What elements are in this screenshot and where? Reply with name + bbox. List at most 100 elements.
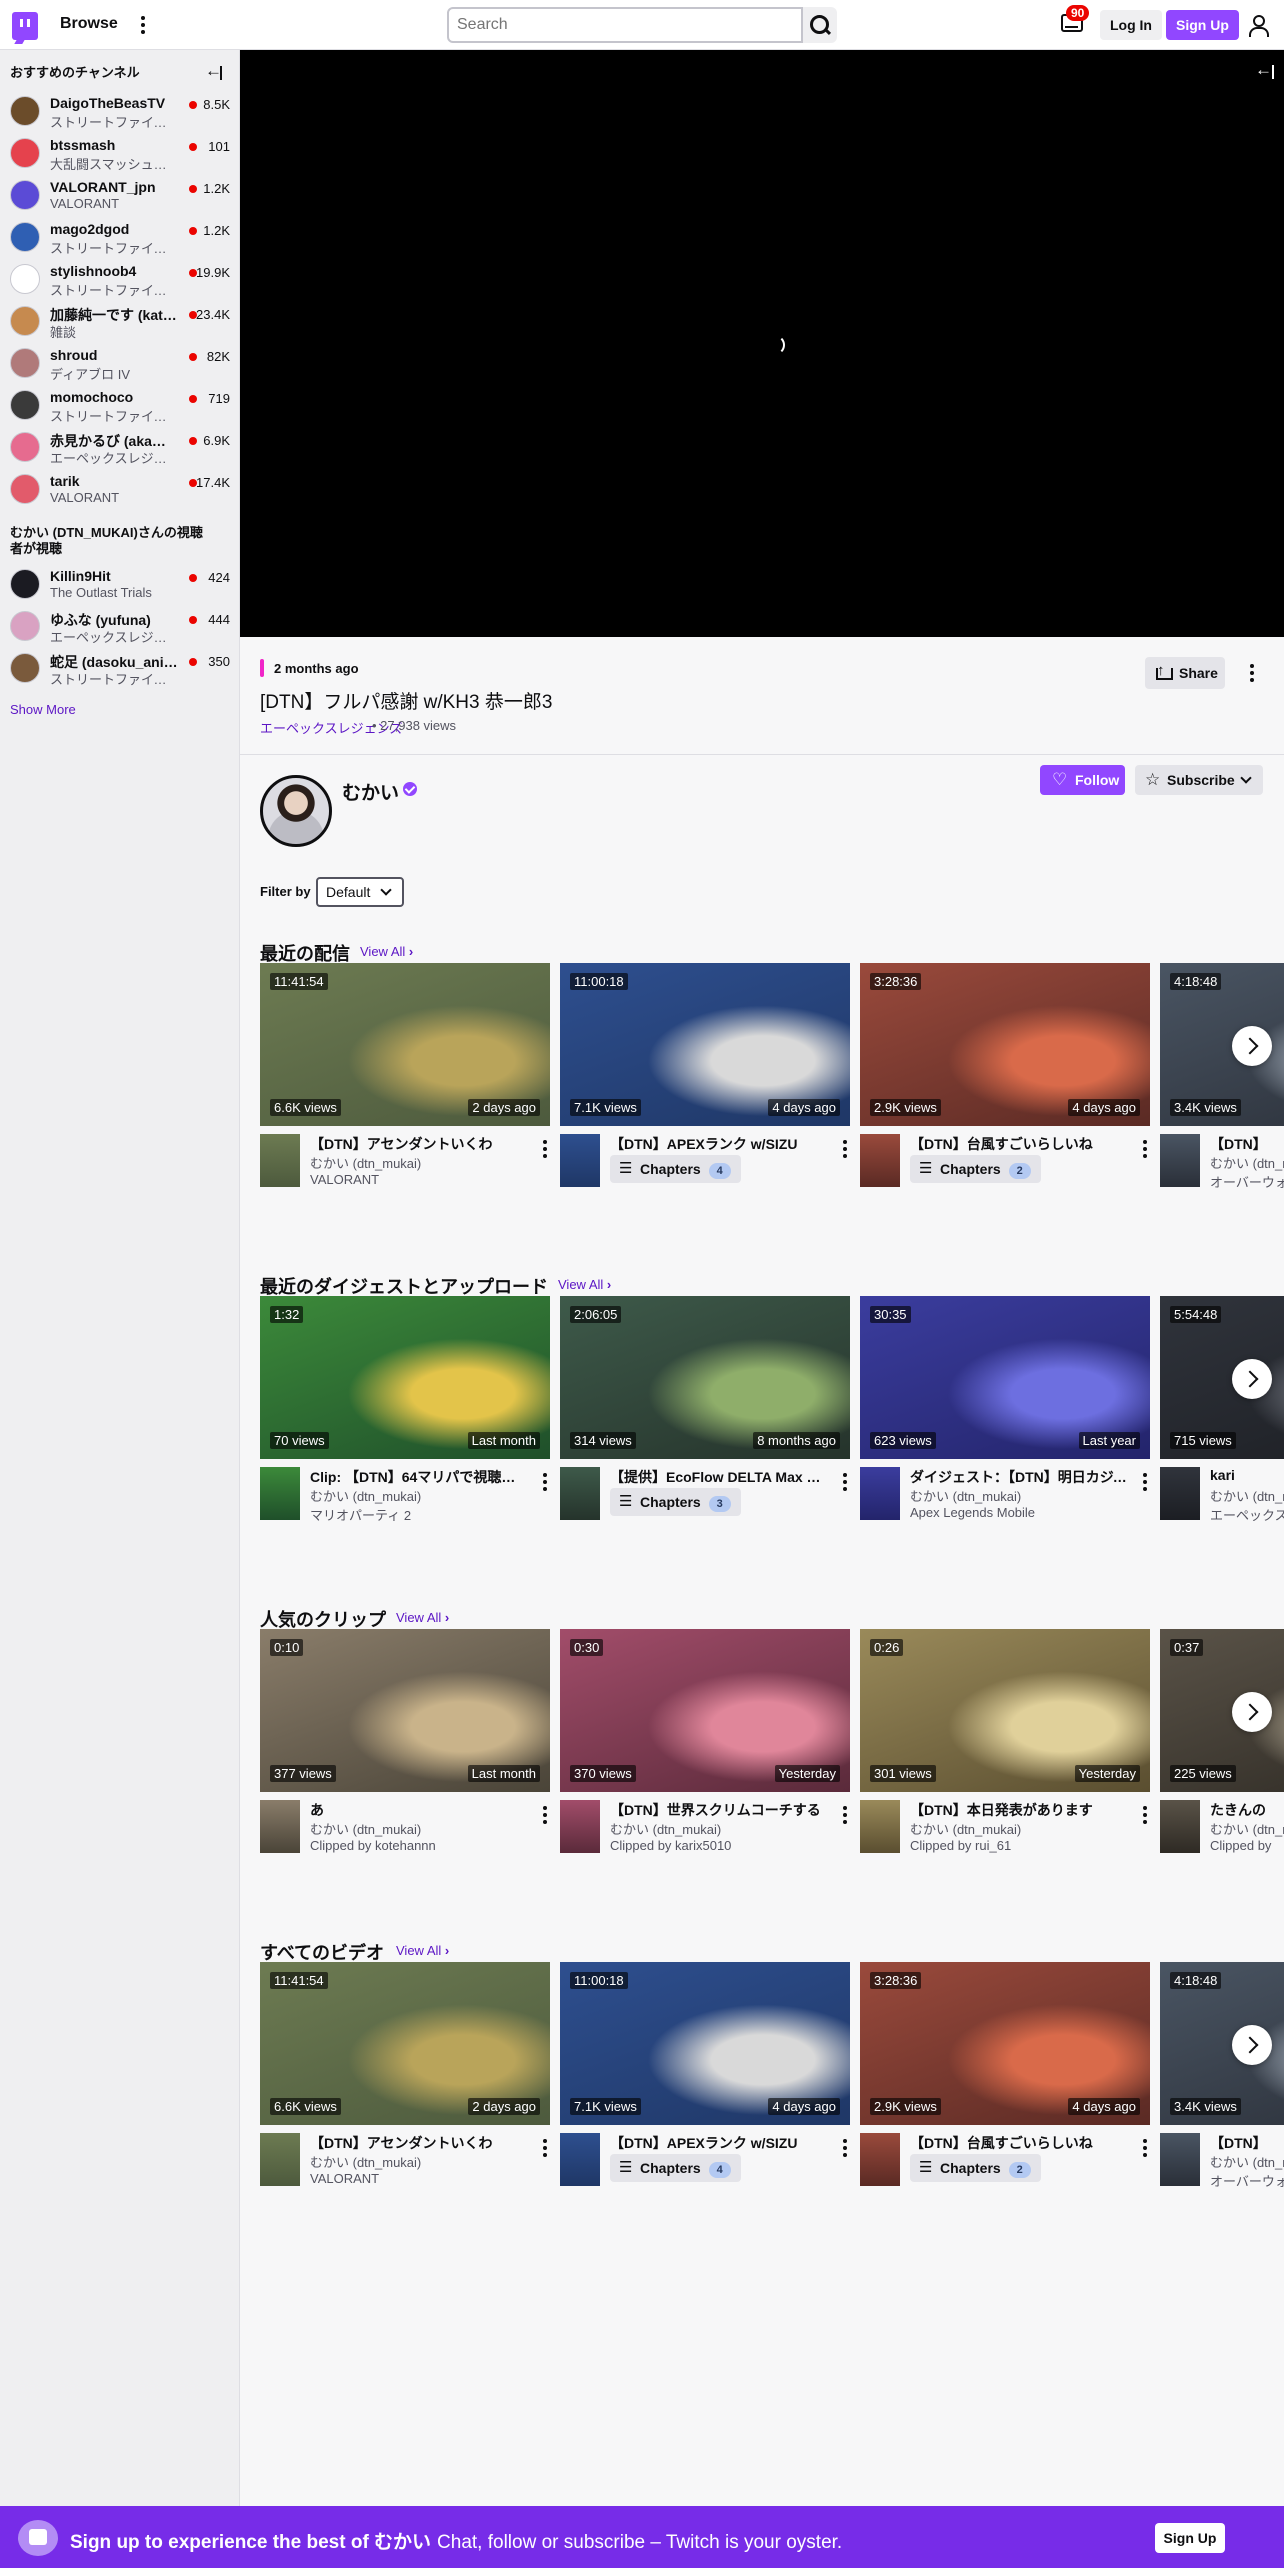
video-card[interactable]: 0:37 225 views たきんのむかい (dtn_mukai)Clipped …: [1160, 1629, 1284, 1869]
sidebar-channel[interactable]: 加藤純一です (kato_junichi0817)雑談23.4K: [0, 300, 240, 342]
video-card-title[interactable]: Clip: 【DTN】64マリパで視聴者と遊ぶ: [310, 1467, 528, 1487]
video-card[interactable]: 2:06:05 314 views 8 months ago 【提供】EcoFlow …: [560, 1296, 850, 1536]
shelf-next-arrow-icon[interactable]: [1232, 1026, 1272, 1066]
chapters-button[interactable]: Chapters 4: [610, 1155, 741, 1183]
video-thumbnail[interactable]: 11:00:18 7.1K views 4 days ago: [560, 963, 850, 1126]
game-boxart[interactable]: [1160, 1467, 1200, 1520]
video-card-meta[interactable]: オーバーウォッチ 2: [1210, 1172, 1284, 1191]
game-boxart[interactable]: [860, 2133, 900, 2186]
sidebar-channel[interactable]: DaigoTheBeasTV ストリートファイター6 8.5K: [0, 90, 240, 132]
card-more-icon[interactable]: [1133, 2136, 1157, 2160]
video-card-channel[interactable]: むかい (dtn_mukai): [310, 1819, 421, 1838]
video-thumbnail[interactable]: 1:32 70 views Last month: [260, 1296, 550, 1459]
sidebar-channel[interactable]: mago2dgod ストリートファイター6 1.2K: [0, 216, 240, 258]
sidebar-channel[interactable]: ゆふな (yufuna)エーペックスレジェンズ444: [0, 605, 240, 647]
view-all-link[interactable]: View All: [360, 944, 413, 959]
card-more-icon[interactable]: [533, 1470, 557, 1494]
video-thumbnail[interactable]: 11:00:18 7.1K views 4 days ago: [560, 1962, 850, 2125]
video-thumbnail[interactable]: 11:41:54 6.6K views 2 days ago: [260, 1962, 550, 2125]
chapters-button[interactable]: Chapters 2: [910, 2154, 1041, 2182]
card-more-icon[interactable]: [1133, 1137, 1157, 1161]
game-boxart[interactable]: [260, 1467, 300, 1520]
video-card-channel[interactable]: むかい (dtn_mukai): [1210, 1486, 1284, 1505]
subscribe-button[interactable]: Subscribe: [1135, 765, 1263, 795]
view-all-link[interactable]: View All: [396, 1610, 449, 1625]
video-card-title[interactable]: 【DTN】APEXランク w/SIZU: [610, 2133, 828, 2153]
game-boxart[interactable]: [1160, 1800, 1200, 1853]
sidebar-channel[interactable]: 赤見かるび (akamikarubi)エーペックスレジェンズ6.9K: [0, 426, 240, 468]
video-card-title[interactable]: あ: [310, 1800, 528, 1820]
game-boxart[interactable]: [560, 1467, 600, 1520]
video-card-channel[interactable]: むかい (dtn_mukai): [1210, 1819, 1284, 1838]
video-card[interactable]: 4:18:48 3.4K views 【DTN】むかい (dtn_mukai)オーバ…: [1160, 963, 1284, 1203]
sidebar-channel[interactable]: shroud ディアブロ IV 82K: [0, 342, 240, 384]
video-card-title[interactable]: 【DTN】: [1210, 2133, 1284, 2153]
video-card-meta[interactable]: Apex Legends Mobile: [910, 1505, 1035, 1520]
video-card-channel[interactable]: むかい (dtn_mukai): [610, 1819, 721, 1838]
video-card[interactable]: 11:41:54 6.6K views 2 days ago 【DTN】アセンダントい…: [260, 1962, 550, 2200]
video-card[interactable]: 0:30 370 views Yesterday 【DTN】世界スクリムコーチする むか…: [560, 1629, 850, 1869]
signup-button[interactable]: Sign Up: [1166, 10, 1239, 40]
video-card-meta[interactable]: Clipped by: [1210, 1838, 1271, 1853]
video-card-title[interactable]: kari: [1210, 1467, 1284, 1483]
game-boxart[interactable]: [560, 2133, 600, 2186]
card-more-icon[interactable]: [533, 1137, 557, 1161]
twitch-logo-icon[interactable]: [12, 12, 38, 40]
video-card-title[interactable]: たきんの: [1210, 1800, 1284, 1820]
chapters-button[interactable]: Chapters 3: [610, 1488, 741, 1516]
channel-avatar[interactable]: [260, 775, 332, 847]
video-card-meta[interactable]: Clipped by kotehannn: [310, 1838, 436, 1853]
video-card[interactable]: 4:18:48 3.4K views 【DTN】むかい (dtn_mukai)オーバ…: [1160, 1962, 1284, 2200]
video-card[interactable]: 5:54:48 715 views kari むかい (dtn_mukai)エーペック…: [1160, 1296, 1284, 1536]
video-card[interactable]: 3:28:36 2.9K views 4 days ago 【DTN】台風すごいらしい…: [860, 963, 1150, 1203]
video-thumbnail[interactable]: 0:10 377 views Last month: [260, 1629, 550, 1792]
search-icon[interactable]: [803, 7, 837, 43]
chapters-button[interactable]: Chapters 2: [910, 1155, 1041, 1183]
video-card-title[interactable]: 【DTN】本日発表があります: [910, 1800, 1128, 1820]
video-more-icon[interactable]: [1240, 661, 1264, 685]
shelf-next-arrow-icon[interactable]: [1232, 2025, 1272, 2065]
video-card-title[interactable]: 【DTN】APEXランク w/SIZU: [610, 1134, 828, 1154]
video-card-title[interactable]: ダイジェスト：【DTN】明日カジュアル: [910, 1467, 1128, 1487]
game-boxart[interactable]: [1160, 2133, 1200, 2186]
theatre-mode-icon[interactable]: [1255, 60, 1274, 80]
video-player[interactable]: [240, 50, 1284, 637]
channel-name[interactable]: むかい: [342, 778, 399, 805]
video-card-title[interactable]: 【DTN】アセンダントいくわ: [310, 2133, 528, 2153]
more-menu-icon[interactable]: [131, 13, 155, 37]
video-card-title[interactable]: 【DTN】アセンダントいくわ: [310, 1134, 528, 1154]
game-boxart[interactable]: [860, 1467, 900, 1520]
show-more-link[interactable]: Show More: [10, 702, 76, 717]
view-all-link[interactable]: View All: [396, 1943, 449, 1958]
video-card-channel[interactable]: むかい (dtn_mukai): [310, 1486, 421, 1505]
video-thumbnail[interactable]: 3:28:36 2.9K views 4 days ago: [860, 963, 1150, 1126]
game-boxart[interactable]: [260, 2133, 300, 2186]
game-boxart[interactable]: [260, 1800, 300, 1853]
video-card-channel[interactable]: むかい (dtn_mukai): [1210, 1153, 1284, 1172]
card-more-icon[interactable]: [833, 1470, 857, 1494]
card-more-icon[interactable]: [533, 2136, 557, 2160]
sidebar-channel[interactable]: VALORANT_jpn VALORANT 1.2K: [0, 174, 240, 216]
video-card-meta[interactable]: Clipped by karix5010: [610, 1838, 731, 1853]
browse-link[interactable]: Browse: [60, 15, 118, 33]
video-thumbnail[interactable]: 11:41:54 6.6K views 2 days ago: [260, 963, 550, 1126]
video-thumbnail[interactable]: 0:26 301 views Yesterday: [860, 1629, 1150, 1792]
user-menu-icon[interactable]: [1248, 15, 1269, 37]
video-card-meta[interactable]: エーペックスレジェンズ: [1210, 1505, 1284, 1524]
search-input[interactable]: [447, 7, 803, 43]
video-card-title[interactable]: 【提供】EcoFlow DELTA Max 1600: [610, 1467, 828, 1487]
video-thumbnail[interactable]: 2:06:05 314 views 8 months ago: [560, 1296, 850, 1459]
sidebar-channel[interactable]: btssmash 大乱闘スマッシュブラザーズ 101: [0, 132, 240, 174]
sidebar-channel[interactable]: 蛇足 (dasoku_aniki) ストリートファイター6 350: [0, 647, 240, 689]
video-card-channel[interactable]: むかい (dtn_mukai): [910, 1486, 1021, 1505]
collapse-sidebar-icon[interactable]: [205, 61, 222, 81]
video-card-channel[interactable]: むかい (dtn_mukai): [310, 2152, 421, 2171]
video-card-channel[interactable]: むかい (dtn_mukai): [1210, 2152, 1284, 2171]
video-card-title[interactable]: 【DTN】: [1210, 1134, 1284, 1154]
video-card-meta[interactable]: VALORANT: [310, 2171, 379, 2186]
video-thumbnail[interactable]: 30:35 623 views Last year: [860, 1296, 1150, 1459]
sidebar-channel[interactable]: momochoco ストリートファイター6 719: [0, 384, 240, 426]
game-boxart[interactable]: [860, 1134, 900, 1187]
video-card[interactable]: 0:10 377 views Last month あむかい (dtn_mukai) C…: [260, 1629, 550, 1869]
shelf-next-arrow-icon[interactable]: [1232, 1359, 1272, 1399]
